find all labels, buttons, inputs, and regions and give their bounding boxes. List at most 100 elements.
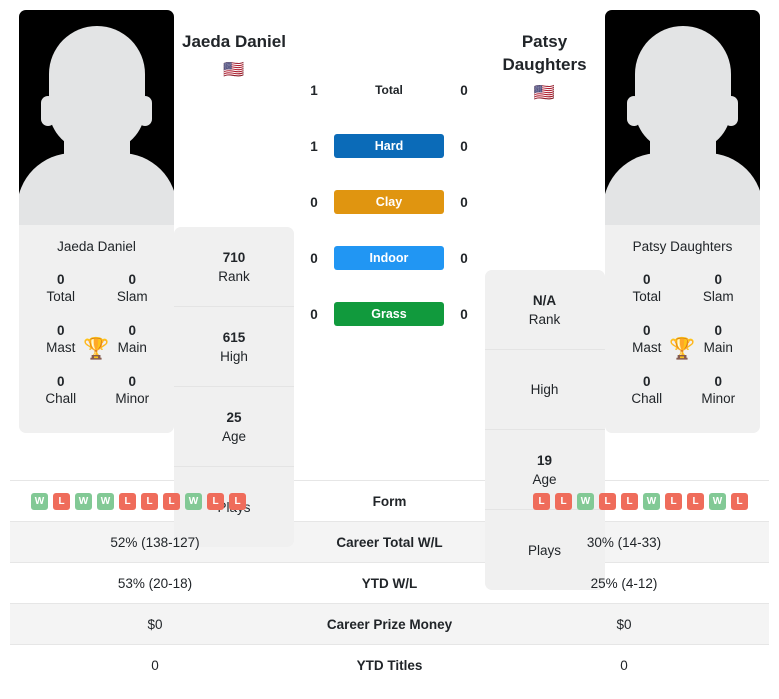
title-chall-label-right: Chall <box>631 391 663 406</box>
player-name-left: Jaeda Daniel <box>182 32 286 51</box>
fact-age-label-left: Age <box>221 428 247 444</box>
form-badge-loss[interactable]: L <box>53 492 70 510</box>
fact-high-label-left: High <box>220 348 248 364</box>
player-comparison-header: Jaeda Daniel 0 Total 0 Slam 0 Mast 0 Mai… <box>0 0 779 590</box>
form-badge-loss[interactable]: L <box>119 492 136 510</box>
title-total-value-left: 0 <box>56 272 65 287</box>
fact-rank-label-left: Rank <box>218 268 250 284</box>
title-slam-left: 0 Slam <box>97 264 169 315</box>
titles-grid-left: 0 Total 0 Slam 0 Mast 0 Main 0 Chall 0 M… <box>19 264 174 433</box>
form-badge-loss[interactable]: L <box>621 492 638 510</box>
form-badge-loss[interactable]: L <box>687 492 704 510</box>
surface-row-grass: 0 Grass 0 <box>294 286 484 342</box>
surface-grass-right-value: 0 <box>460 306 468 322</box>
title-slam-value-left: 0 <box>128 272 136 287</box>
title-chall-left: 0 Chall <box>25 366 97 417</box>
stat-left-career-prize-money: $0 <box>10 603 300 645</box>
title-chall-right: 0 Chall <box>611 366 683 417</box>
player-card-name-left: Jaeda Daniel <box>57 239 136 254</box>
form-badge-loss[interactable]: L <box>141 492 158 510</box>
fact-high-left: 615 High <box>174 307 294 387</box>
title-chall-value-right: 0 <box>642 374 651 389</box>
flag-icon-left: 🇺🇸 <box>223 60 245 79</box>
surface-total-label: Total <box>375 83 403 97</box>
stat-label-form: Form <box>300 480 479 522</box>
form-badge-loss[interactable]: L <box>533 492 550 510</box>
title-chall-label-left: Chall <box>45 391 77 406</box>
fact-rank-label-right: Rank <box>528 311 561 327</box>
player-card-name-right: Patsy Daughters <box>632 239 733 254</box>
title-chall-value-left: 0 <box>56 374 65 389</box>
stats-table-body: WLWWLLLWLL Form LLWLLWLLWL 52% (138-127)… <box>10 480 769 686</box>
surface-grass-left-value: 0 <box>310 306 318 322</box>
form-badge-win[interactable]: W <box>97 492 114 510</box>
stat-label-career-prize-money: Career Prize Money <box>300 603 479 645</box>
title-total-label-left: Total <box>46 289 76 304</box>
form-badge-loss[interactable]: L <box>555 492 572 510</box>
surface-clay-badge[interactable]: Clay <box>334 190 444 214</box>
table-row-form: WLWWLLLWLL Form LLWLLWLLWL <box>10 480 769 522</box>
player-photo-left <box>19 10 174 225</box>
title-minor-right: 0 Minor <box>683 366 755 417</box>
comparison-stats-table: WLWWLLLWLL Form LLWLLWLLWL 52% (138-127)… <box>10 480 769 686</box>
fact-rank-value-left: 710 <box>222 249 246 265</box>
table-row-ytd-titles: 0 YTD Titles 0 <box>10 644 769 686</box>
title-total-value-right: 0 <box>642 272 651 287</box>
surface-indoor-left-value: 0 <box>310 250 318 266</box>
stat-label-career-total-wl: Career Total W/L <box>300 521 479 563</box>
fact-high-value-left: 615 <box>222 329 246 345</box>
title-total-left: 0 Total <box>25 264 97 315</box>
title-slam-value-right: 0 <box>714 272 722 287</box>
surface-total-right-value: 0 <box>460 82 468 98</box>
stat-left-ytd-titles: 0 <box>10 644 300 686</box>
form-badge-win[interactable]: W <box>31 492 48 510</box>
fact-high-right: High <box>484 350 605 430</box>
stat-left-ytd-wl: 53% (20-18) <box>10 562 300 604</box>
silhouette-ear-left <box>41 96 55 126</box>
trophy-icon: 🏆 <box>669 337 696 360</box>
title-minor-label-right: Minor <box>701 391 736 406</box>
form-badge-loss[interactable]: L <box>599 492 616 510</box>
table-row-career-total-wl: 52% (138-127) Career Total W/L 30% (14-3… <box>10 521 769 563</box>
form-badge-win[interactable]: W <box>709 492 726 510</box>
player-photo-right <box>605 10 760 225</box>
fact-age-value-left: 25 <box>226 409 242 425</box>
player-name-block-left: Jaeda Daniel 🇺🇸 710 Rank 615 High 25 Age <box>174 0 294 547</box>
form-badge-loss[interactable]: L <box>207 492 224 510</box>
surface-indoor-badge[interactable]: Indoor <box>334 246 444 270</box>
silhouette-body <box>19 153 174 225</box>
title-minor-label-left: Minor <box>115 391 150 406</box>
fact-rank-left: 710 Rank <box>174 227 294 307</box>
title-total-label-right: Total <box>632 289 662 304</box>
fact-plays-right: Plays <box>485 510 605 590</box>
surface-row-total: 1 Total 0 <box>294 62 484 118</box>
surface-hard-badge[interactable]: Hard <box>334 134 444 158</box>
surface-clay-right-value: 0 <box>460 194 468 210</box>
surface-total-left-value: 1 <box>310 82 318 98</box>
player-card-right[interactable]: Patsy Daughters 0 Total 0 Slam 0 Mast 0 … <box>605 10 760 433</box>
title-minor-value-right: 0 <box>714 374 722 389</box>
form-badge-loss[interactable]: L <box>163 492 180 510</box>
silhouette-ear-right <box>724 96 738 126</box>
player-name-right: Patsy Daughters <box>502 32 587 74</box>
surface-comparison: 1 Total 0 1 Hard 0 0 Clay 0 0 Indoor 0 0… <box>294 62 484 342</box>
title-minor-left: 0 Minor <box>97 366 169 417</box>
form-badge-win[interactable]: W <box>577 492 594 510</box>
form-badge-win[interactable]: W <box>643 492 660 510</box>
fact-plays-label-right: Plays <box>527 542 561 558</box>
table-row-career-prize-money: $0 Career Prize Money $0 <box>10 603 769 645</box>
stat-label-ytd-titles: YTD Titles <box>300 644 479 686</box>
surface-row-clay: 0 Clay 0 <box>294 174 484 230</box>
form-badge-win[interactable]: W <box>185 492 202 510</box>
trophy-icon: 🏆 <box>83 337 110 360</box>
player-card-left[interactable]: Jaeda Daniel 0 Total 0 Slam 0 Mast 0 Mai… <box>19 10 174 433</box>
surface-grass-badge[interactable]: Grass <box>334 302 444 326</box>
table-row-ytd-wl: 53% (20-18) YTD W/L 25% (4-12) <box>10 562 769 604</box>
flag-icon-right: 🇺🇸 <box>533 83 556 102</box>
stat-label-ytd-wl: YTD W/L <box>300 562 479 604</box>
form-badge-loss[interactable]: L <box>665 492 682 510</box>
silhouette-ear-right <box>138 96 152 126</box>
form-badge-loss[interactable]: L <box>731 492 748 510</box>
form-badge-loss[interactable]: L <box>229 492 246 510</box>
form-badge-win[interactable]: W <box>75 492 92 510</box>
